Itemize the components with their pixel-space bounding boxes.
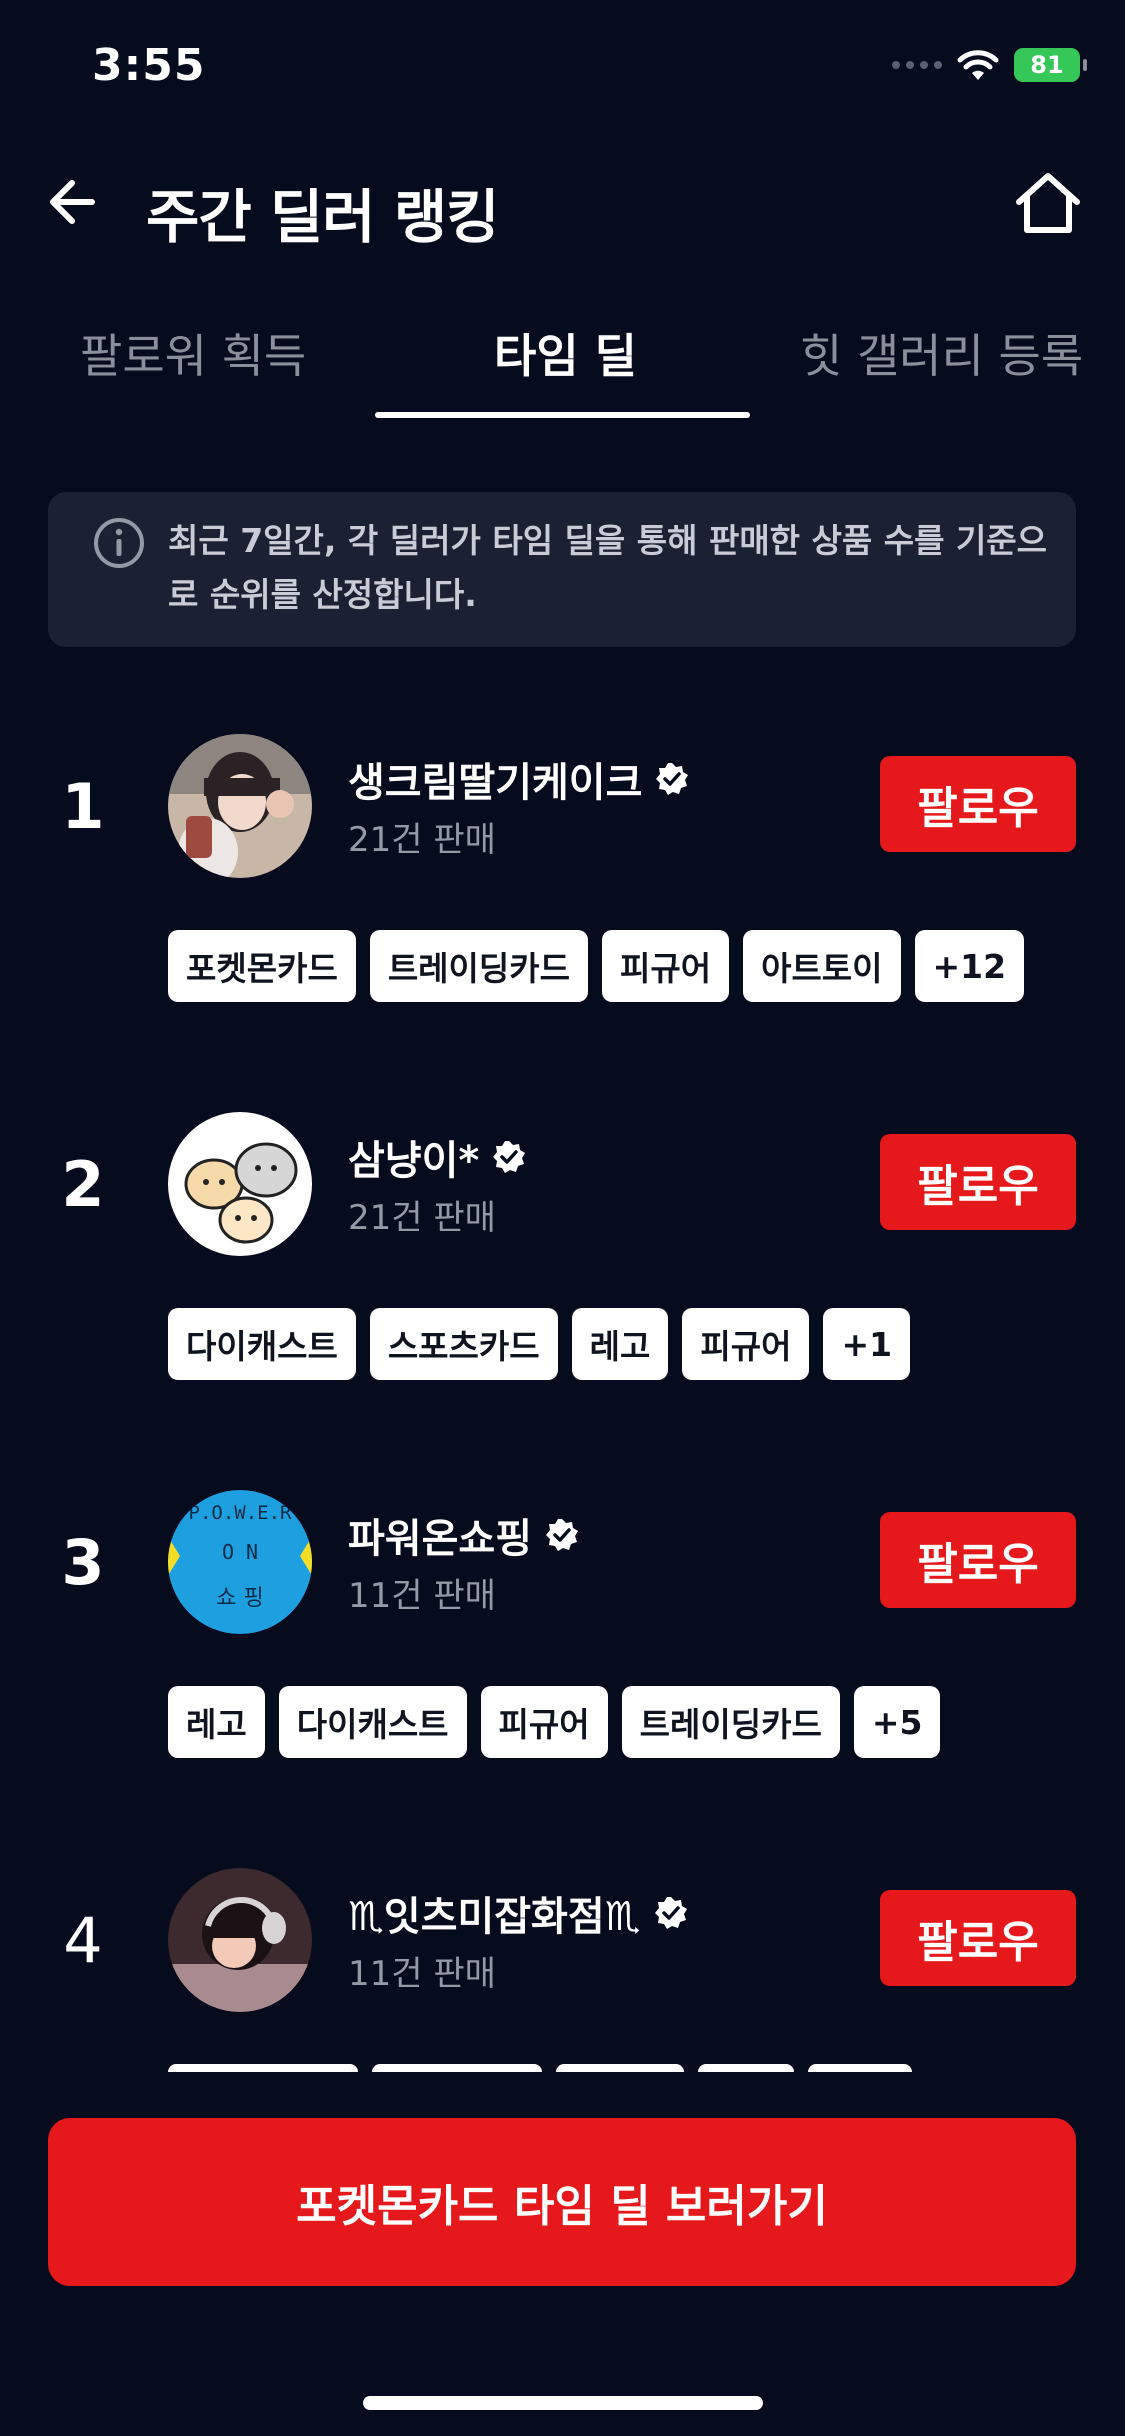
verified-badge-icon — [546, 1519, 578, 1551]
avatar[interactable] — [168, 1868, 312, 2012]
category-tag[interactable]: 다이캐스트 — [168, 1308, 356, 1380]
battery-icon: 81 — [1014, 48, 1087, 82]
page-title: 주간 딜러 랭킹 — [146, 183, 500, 251]
status-time: 3:55 — [92, 40, 206, 91]
category-tag[interactable]: 레고 — [571, 1308, 669, 1380]
battery-level: 81 — [1030, 51, 1064, 79]
dealer-name[interactable]: 생크림딸기케이크 — [348, 750, 690, 808]
more-tags-badge[interactable]: +1 — [823, 1308, 911, 1380]
back-arrow-icon[interactable] — [44, 172, 104, 232]
tab-bar: 팔로워 획득 타임 딜 힛 갤러리 등록 — [0, 300, 1125, 420]
verified-badge-icon — [493, 1141, 526, 1173]
category-tag[interactable]: 피규어 — [601, 930, 730, 1002]
follow-button[interactable]: 팔로우 — [880, 1134, 1076, 1230]
clipped-tags — [168, 2064, 912, 2072]
status-indicators: 81 — [892, 48, 1087, 82]
category-tags: 레고 다이캐스트 피규어 트레이딩카드 +5 — [168, 1686, 941, 1758]
rank-number: 4 — [63, 1904, 103, 1977]
dealer-name[interactable]: ♏잇츠미잡화점♏ — [348, 1884, 689, 1942]
dealer-name[interactable]: 삼냥이* — [348, 1128, 527, 1186]
avatar-logo-text: P.O.W.E.R — [188, 1502, 292, 1524]
verified-badge-icon — [654, 1897, 687, 1929]
dealer-name-text: 삼냥이* — [348, 1138, 480, 1184]
follow-button[interactable]: 팔로우 — [880, 1890, 1076, 1986]
category-tag[interactable]: 포켓몬카드 — [168, 930, 356, 1002]
category-tag[interactable]: 피규어 — [480, 1686, 608, 1758]
verified-badge-icon — [656, 763, 689, 795]
category-tags: 다이캐스트 스포츠카드 레고 피규어 +1 — [168, 1308, 911, 1380]
cellular-signal-icon — [892, 61, 942, 69]
category-tag[interactable]: 스포츠카드 — [369, 1308, 558, 1380]
wifi-icon — [957, 50, 999, 80]
more-tags-badge[interactable]: +12 — [914, 930, 1025, 1002]
category-tag[interactable]: 피규어 — [682, 1308, 810, 1380]
active-tab-indicator — [375, 412, 750, 418]
category-tag[interactable]: 아트토이 — [743, 930, 901, 1002]
rank-number: 2 — [61, 1148, 105, 1221]
follow-button[interactable]: 팔로우 — [880, 1512, 1076, 1608]
sales-count: 21건 판매 — [348, 1198, 496, 1238]
follow-button[interactable]: 팔로우 — [880, 756, 1076, 852]
sales-count: 11건 판매 — [348, 1576, 496, 1616]
avatar-logo-text: 쇼 핑 — [216, 1586, 264, 1611]
dealer-name-text: 파워온쇼핑 — [348, 1516, 532, 1562]
dealer-name[interactable]: 파워온쇼핑 — [348, 1506, 580, 1564]
sales-count: 21건 판매 — [348, 820, 496, 860]
category-tag[interactable]: 레고 — [168, 1686, 265, 1758]
avatar-logo-text: O N — [221, 1540, 259, 1564]
info-banner: 최근 7일간, 각 딜러가 타임 딜을 통해 판매한 상품 수를 기준으로 순위… — [48, 492, 1076, 647]
more-tags-badge[interactable]: +5 — [853, 1686, 941, 1758]
rank-number: 3 — [61, 1526, 105, 1599]
dealer-name-text: 생크림딸기케이크 — [348, 760, 643, 806]
tab-hit-gallery[interactable]: 힛 갤러리 등록 — [800, 320, 1083, 386]
tab-follower-gain[interactable]: 팔로워 획득 — [80, 320, 306, 386]
info-text: 최근 7일간, 각 딜러가 타임 딜을 통해 판매한 상품 수를 기준으로 순위… — [168, 521, 1048, 614]
category-tag[interactable]: 트레이딩카드 — [621, 1686, 840, 1758]
category-tag[interactable]: 다이캐스트 — [278, 1686, 467, 1758]
home-icon[interactable] — [1013, 170, 1083, 236]
status-bar: 3:55 81 — [0, 0, 1125, 140]
avatar[interactable]: P.O.W.E.R O N 쇼 핑 — [168, 1490, 312, 1634]
avatar[interactable] — [168, 734, 312, 878]
info-icon — [94, 518, 144, 568]
category-tag[interactable]: 트레이딩카드 — [369, 930, 588, 1002]
view-time-deal-button[interactable]: 포켓몬카드 타임 딜 보러가기 — [48, 2118, 1076, 2286]
avatar[interactable] — [168, 1112, 312, 1256]
home-indicator — [363, 2396, 763, 2410]
sales-count: 11건 판매 — [348, 1954, 496, 1994]
tab-time-deal[interactable]: 타임 딜 — [494, 320, 637, 386]
header: 주간 딜러 랭킹 — [0, 150, 1125, 260]
category-tags: 포켓몬카드 트레이딩카드 피규어 아트토이 +12 — [168, 930, 1025, 1002]
rank-number: 1 — [61, 770, 105, 843]
dealer-name-text: ♏잇츠미잡화점♏ — [348, 1894, 641, 1940]
